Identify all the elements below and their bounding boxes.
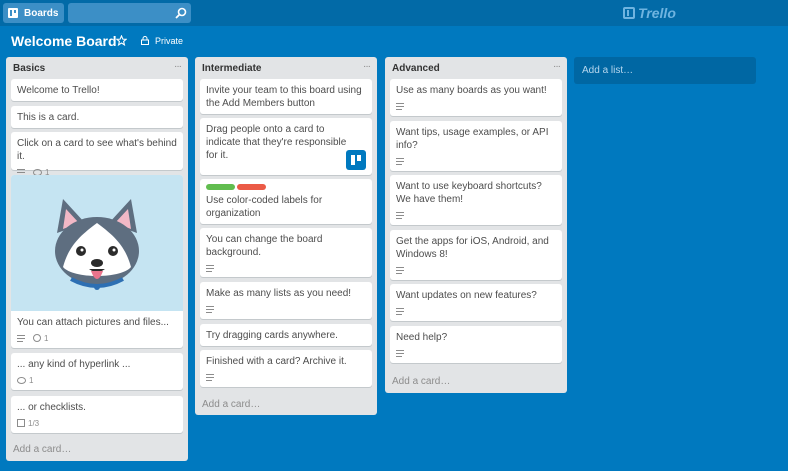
list-intermediate: Intermediate ··· Invite your team to thi… — [195, 57, 377, 415]
card-text: ... or checklists. — [17, 402, 86, 413]
boards-button[interactable]: Boards — [3, 3, 64, 23]
list-menu-icon[interactable]: ··· — [553, 61, 561, 72]
boards-icon — [8, 8, 18, 18]
description-icon — [17, 334, 25, 342]
add-card-button[interactable]: Add a card… — [392, 376, 450, 387]
card[interactable]: Finished with a card? Archive it. — [200, 350, 372, 387]
card[interactable]: Click on a card to see what's behind it.… — [11, 132, 183, 177]
board-title[interactable]: Welcome Board — [11, 33, 117, 49]
comment-icon — [17, 376, 26, 384]
list-title[interactable]: Intermediate — [202, 63, 261, 74]
card-text: ... any kind of hyperlink ... — [17, 359, 131, 370]
card[interactable]: Want updates on new features? — [390, 284, 562, 321]
card[interactable]: Invite your team to this board using the… — [200, 79, 372, 114]
add-card-button[interactable]: Add a card… — [202, 399, 260, 410]
list-advanced: Advanced ··· Use as many boards as you w… — [385, 57, 567, 393]
description-icon — [396, 157, 404, 165]
lock-icon — [141, 36, 149, 45]
card-text: Want updates on new features? — [396, 290, 537, 301]
card[interactable]: Drag people onto a card to indicate that… — [200, 118, 372, 175]
card-text: You can change the board background. — [206, 234, 323, 258]
card[interactable]: Get the apps for iOS, Android, and Windo… — [390, 230, 562, 280]
card-text: Drag people onto a card to indicate that… — [206, 124, 347, 161]
card-text: Use as many boards as you want! — [396, 85, 547, 96]
attachment-count: 1 — [44, 333, 49, 343]
card[interactable]: Need help? — [390, 326, 562, 363]
card-text: Invite your team to this board using the… — [206, 85, 362, 109]
card[interactable]: You can change the board background. — [200, 228, 372, 277]
description-icon — [206, 264, 214, 272]
card[interactable]: Make as many lists as you need! — [200, 282, 372, 319]
card-text: Make as many lists as you need! — [206, 288, 352, 299]
search-input[interactable] — [68, 3, 191, 23]
description-icon — [206, 305, 214, 313]
card-text: Welcome to Trello! — [17, 85, 100, 96]
card-text: Want to use keyboard shortcuts? We have … — [396, 181, 542, 205]
member-avatar-icon[interactable] — [346, 150, 366, 170]
card-cover-image — [11, 175, 183, 311]
list-menu-icon[interactable]: ··· — [363, 61, 371, 72]
add-card-button[interactable]: Add a card… — [13, 444, 71, 455]
husky-image — [55, 199, 139, 290]
label-red — [237, 184, 266, 190]
description-icon — [396, 349, 404, 357]
list-title[interactable]: Basics — [13, 63, 45, 74]
card-text: You can attach pictures and files... — [17, 317, 169, 328]
card-text: Get the apps for iOS, Android, and Windo… — [396, 236, 549, 260]
description-icon — [396, 307, 404, 315]
list-title[interactable]: Advanced — [392, 63, 440, 74]
card[interactable]: Want to use keyboard shortcuts? We have … — [390, 175, 562, 225]
logo-text: Trello — [638, 5, 676, 21]
comment-count: 1 — [29, 375, 34, 385]
star-icon[interactable] — [116, 35, 127, 46]
card-text: Click on a card to see what's behind it. — [17, 138, 177, 162]
description-icon — [206, 373, 214, 381]
card[interactable]: ... or checklists. 1/3 — [11, 396, 183, 433]
boards-label: Boards — [24, 7, 59, 19]
trello-logo-icon — [623, 7, 635, 19]
attachment-icon — [33, 334, 41, 342]
list-basics: Basics ··· Welcome to Trello! This is a … — [6, 57, 188, 461]
list-menu-icon[interactable]: ··· — [174, 61, 182, 72]
card[interactable]: This is a card. — [11, 106, 183, 128]
card-text: Need help? — [396, 332, 448, 343]
card-text: Want tips, usage examples, or API info? — [396, 127, 549, 151]
card[interactable]: You can attach pictures and files... 1 — [11, 175, 183, 348]
card-text: Try dragging cards anywhere. — [206, 330, 338, 341]
card-text: Use color-coded labels for organization — [206, 195, 323, 219]
description-icon — [396, 102, 404, 110]
card[interactable]: Welcome to Trello! — [11, 79, 183, 101]
checklist-icon — [17, 419, 25, 427]
card-text: Finished with a card? Archive it. — [206, 356, 347, 367]
add-list-button[interactable]: Add a list… — [574, 57, 756, 84]
card[interactable]: ... any kind of hyperlink ... 1 — [11, 353, 183, 390]
top-header: Boards Trello — [0, 0, 788, 26]
card[interactable]: Use color-coded labels for organization — [200, 179, 372, 224]
checklist-count: 1/3 — [28, 418, 40, 428]
label-green — [206, 184, 235, 190]
card-text: This is a card. — [17, 112, 80, 123]
description-icon — [396, 266, 404, 274]
card[interactable]: Try dragging cards anywhere. — [200, 324, 372, 346]
card[interactable]: Use as many boards as you want! — [390, 79, 562, 116]
description-icon — [396, 211, 404, 219]
privacy-button[interactable]: Private — [155, 36, 183, 46]
search-icon[interactable] — [175, 7, 187, 19]
trello-logo: Trello — [623, 5, 676, 21]
card[interactable]: Want tips, usage examples, or API info? — [390, 121, 562, 171]
